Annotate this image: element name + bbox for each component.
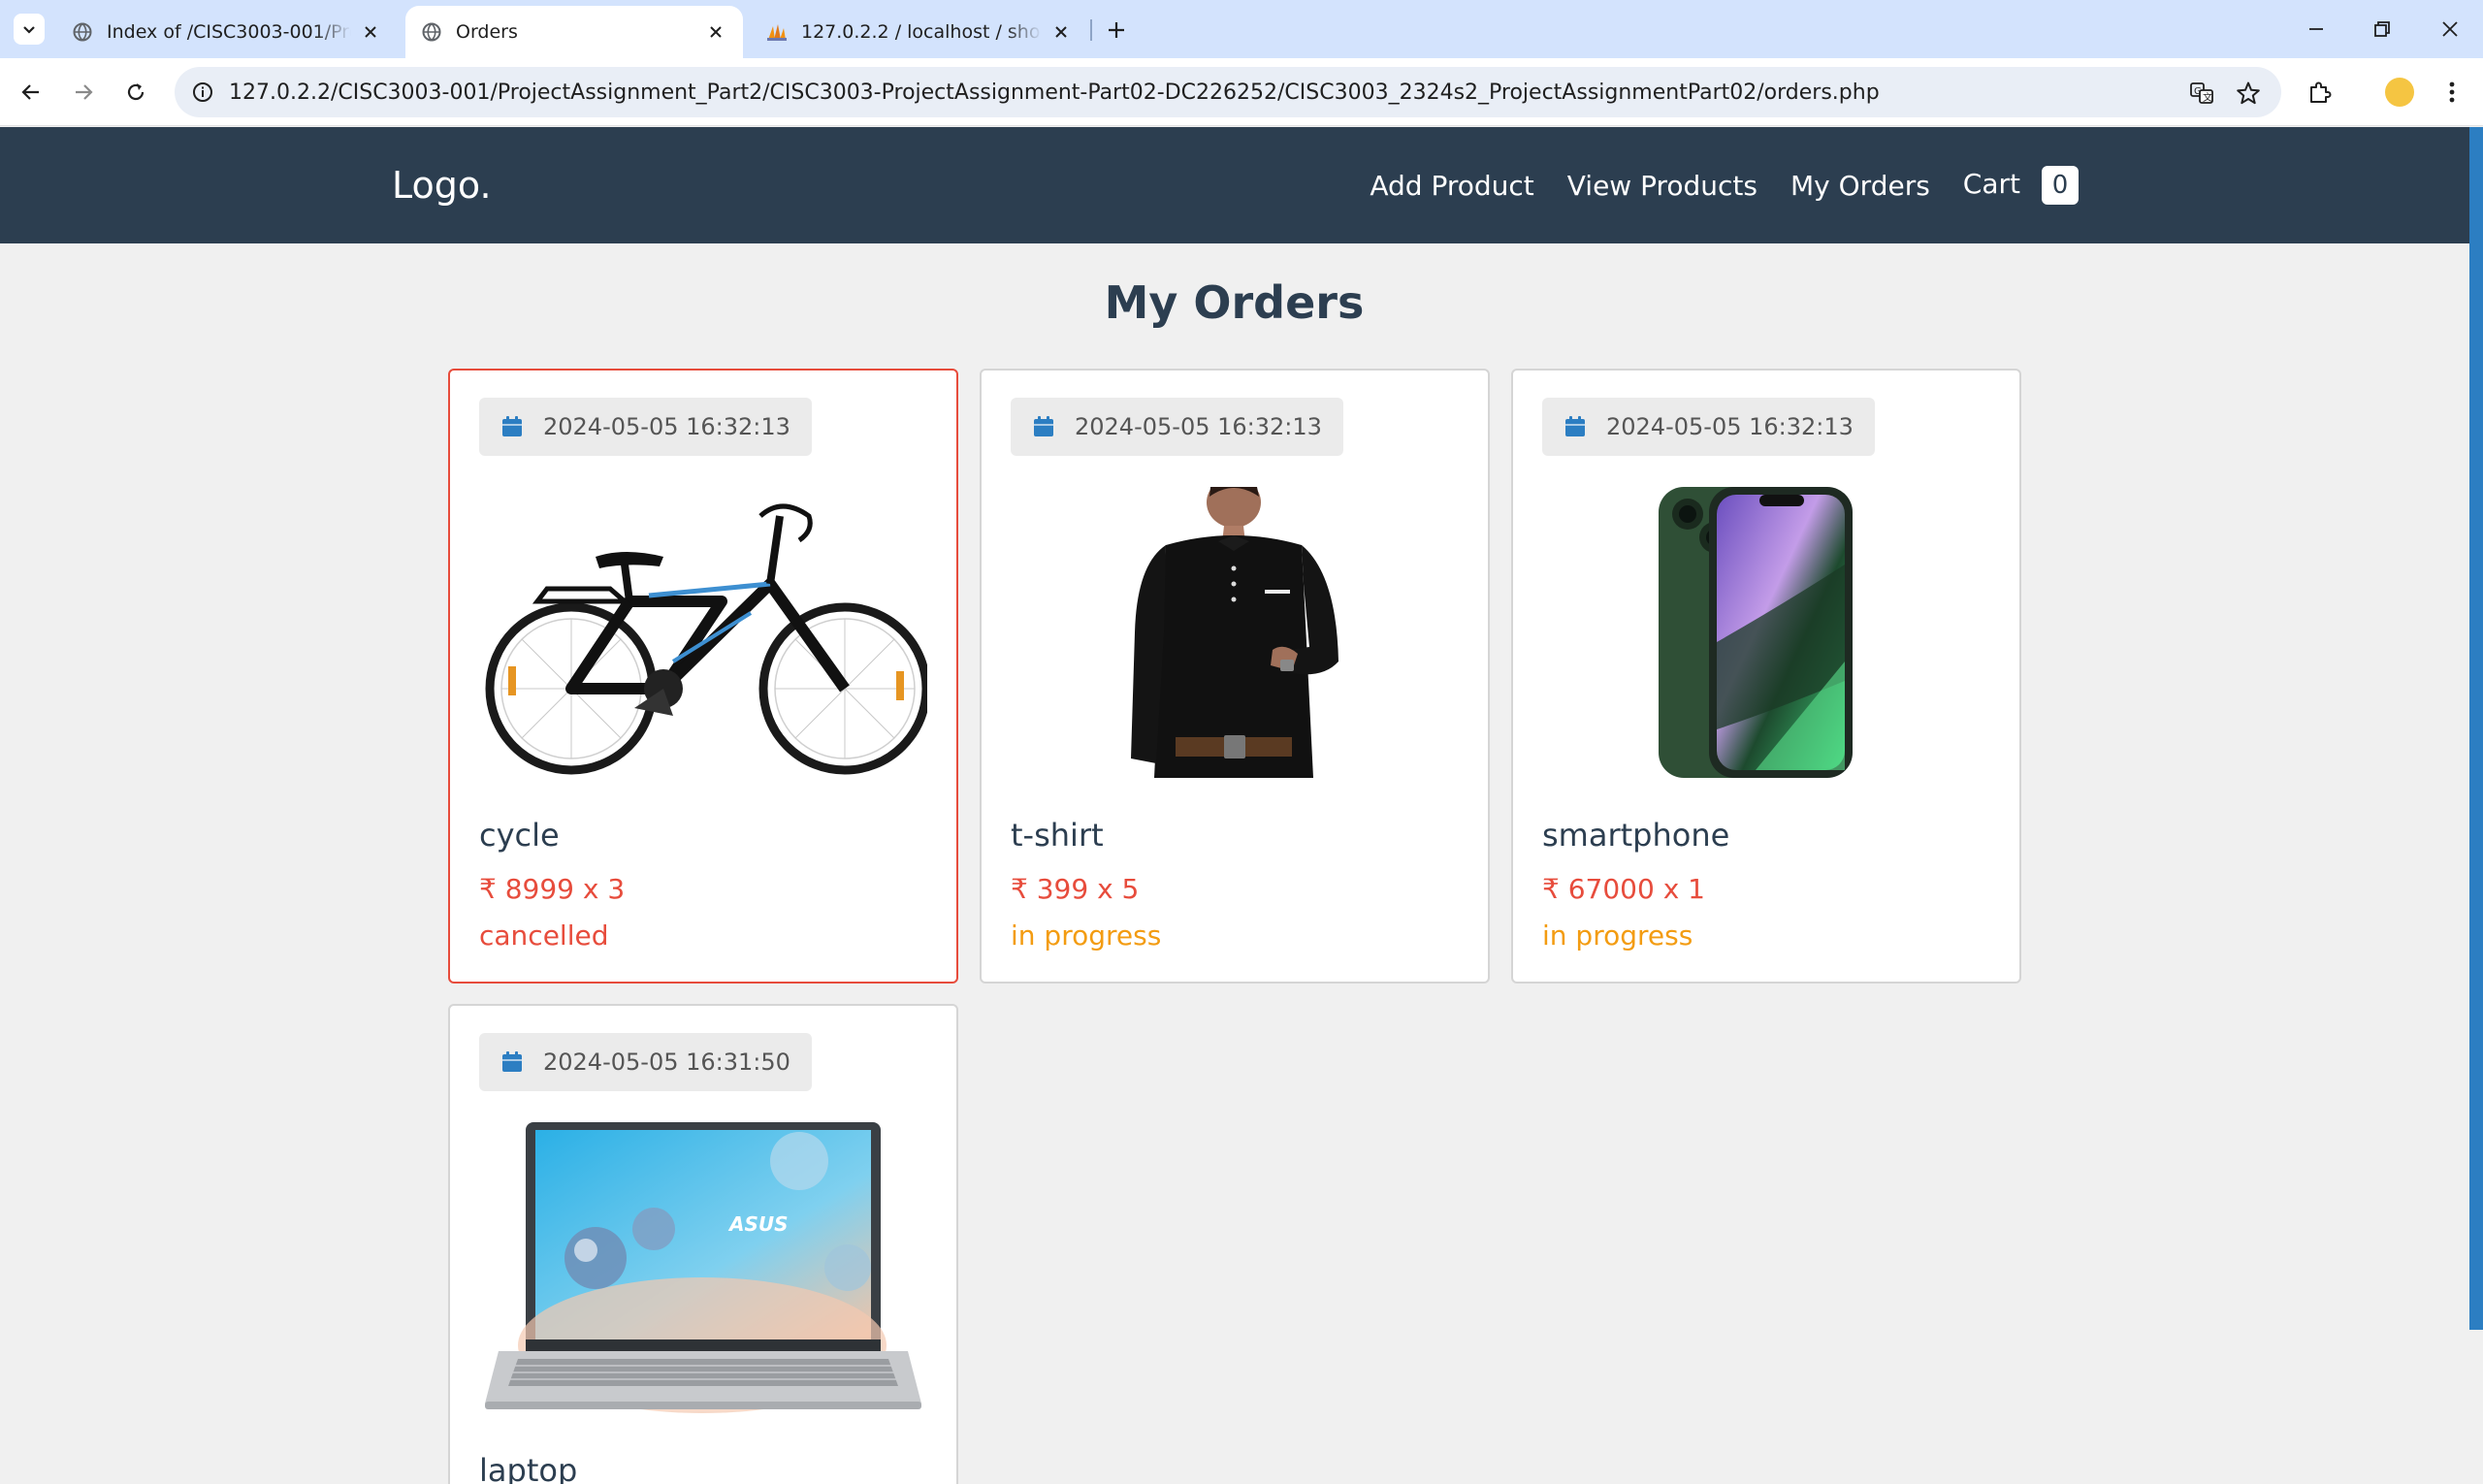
back-button[interactable]	[14, 75, 48, 110]
nav-add-product[interactable]: Add Product	[1370, 170, 1533, 202]
bookmark-star-icon[interactable]	[2231, 76, 2266, 111]
product-name: t-shirt	[1011, 817, 1104, 854]
black-shirt-image	[1011, 487, 1459, 778]
calendar-icon	[500, 1050, 524, 1074]
tab-phpmyadmin[interactable]: 127.0.2.2 / localhost / shop_db	[751, 6, 1088, 58]
price-quantity: 67000 x 1	[1567, 873, 1705, 905]
order-date: 2024-05-05 16:32:13	[479, 398, 812, 456]
tab-title: Orders	[456, 21, 518, 43]
arrow-left-icon	[21, 84, 39, 100]
product-price: ₹ 67000 x 1	[1542, 873, 1705, 905]
order-card: 2024-05-05 16:31:50 ASUS laptop	[448, 1004, 958, 1484]
cart-count-badge: 0	[2042, 166, 2079, 205]
cart-label: Cart	[1962, 168, 2020, 200]
nav-my-orders[interactable]: My Orders	[1790, 170, 1930, 202]
order-card: 2024-05-05 16:32:13 cycle ₹ 8999 x 3 can…	[448, 369, 958, 984]
reload-icon	[127, 83, 145, 101]
product-name: cycle	[479, 817, 560, 854]
order-date: 2024-05-05 16:32:13	[1011, 398, 1343, 456]
browser-tab-bar: Index of /CISC3003-001/Proje Orders 127.…	[0, 0, 2483, 58]
calendar-icon	[1564, 415, 1587, 438]
restore-button[interactable]	[2353, 8, 2411, 50]
product-name: laptop	[479, 1452, 578, 1484]
tab-index[interactable]: Index of /CISC3003-001/Proje	[56, 6, 398, 58]
product-name: smartphone	[1542, 817, 1730, 854]
order-date: 2024-05-05 16:31:50	[479, 1033, 812, 1091]
page-scrollbar[interactable]	[2469, 127, 2483, 1330]
close-window-button[interactable]	[2421, 8, 2479, 50]
translate-icon[interactable]: G文	[2184, 76, 2219, 111]
page-title: My Orders	[1104, 276, 1365, 329]
browser-menu-button[interactable]	[2435, 75, 2469, 110]
site-logo[interactable]: Logo.	[392, 164, 492, 207]
price-quantity: 8999 x 3	[504, 873, 626, 905]
address-bar[interactable]: 127.0.2.2/CISC3003-001/ProjectAssignment…	[175, 67, 2281, 117]
arrow-right-icon	[76, 84, 93, 100]
plus-icon	[1109, 22, 1124, 38]
new-tab-button[interactable]	[1100, 14, 1133, 47]
site-info-icon[interactable]	[188, 78, 217, 107]
tab-search-button[interactable]	[14, 14, 45, 45]
product-price: ₹ 8999 x 3	[479, 873, 625, 905]
order-card: 2024-05-05 16:32:13 smartphone ₹ 67000 x…	[1511, 369, 2021, 984]
forward-button[interactable]	[66, 75, 101, 110]
reload-button[interactable]	[118, 75, 153, 110]
order-date: 2024-05-05 16:32:13	[1542, 398, 1875, 456]
minimize-icon	[2309, 28, 2323, 30]
tab-title: Index of /CISC3003-001/Proje	[107, 21, 351, 43]
rupee-icon: ₹	[1011, 873, 1028, 905]
globe-icon	[72, 21, 93, 43]
profile-button[interactable]	[2382, 75, 2417, 110]
svg-text:文: 文	[2203, 91, 2212, 104]
browser-toolbar: 127.0.2.2/CISC3003-001/ProjectAssignment…	[0, 58, 2483, 126]
calendar-icon	[500, 415, 524, 438]
price-quantity: 399 x 5	[1036, 873, 1140, 905]
product-price: ₹ 399 x 5	[1011, 873, 1139, 905]
minimize-button[interactable]	[2287, 8, 2345, 50]
order-date-text: 2024-05-05 16:32:13	[1606, 413, 1854, 440]
nav-cart[interactable]: Cart 0	[1963, 166, 2079, 205]
phpmyadmin-icon	[766, 21, 788, 43]
order-status: cancelled	[479, 919, 609, 952]
url-text[interactable]: 127.0.2.2/CISC3003-001/ProjectAssignment…	[229, 81, 1880, 105]
puzzle-icon	[2310, 81, 2332, 103]
tab-divider	[1090, 19, 1092, 41]
close-icon[interactable]	[704, 20, 727, 44]
order-date-text: 2024-05-05 16:32:13	[1075, 413, 1322, 440]
order-date-text: 2024-05-05 16:31:50	[543, 1048, 790, 1076]
order-status: in progress	[1011, 919, 1162, 952]
nav-links: Add Product View Products My Orders Cart…	[1337, 166, 2079, 205]
chevron-down-icon	[23, 26, 35, 34]
more-vertical-icon	[2449, 81, 2455, 103]
page-viewport: Logo. Add Product View Products My Order…	[0, 127, 2483, 1484]
tab-orders[interactable]: Orders	[405, 6, 743, 58]
order-status: in progress	[1542, 919, 1693, 952]
avatar	[2385, 78, 2414, 107]
tab-title: 127.0.2.2 / localhost / shop_db	[801, 21, 1042, 43]
globe-icon	[421, 21, 442, 43]
extensions-button[interactable]	[2303, 75, 2338, 110]
order-card: 2024-05-05 16:32:13 t-shirt ₹ 399 x 5 in…	[980, 369, 1490, 984]
order-date-text: 2024-05-05 16:32:13	[543, 413, 790, 440]
close-icon	[2442, 21, 2458, 37]
green-phone-image	[1542, 487, 1990, 778]
site-navbar: Logo. Add Product View Products My Order…	[0, 127, 2483, 243]
rupee-icon: ₹	[479, 873, 497, 905]
restore-icon	[2374, 21, 2390, 37]
close-icon[interactable]	[359, 20, 382, 44]
rupee-icon: ₹	[1542, 873, 1560, 905]
svg-text:ASUS: ASUS	[727, 1212, 789, 1236]
calendar-icon	[1032, 415, 1055, 438]
close-icon[interactable]	[1049, 20, 1073, 44]
bicycle-image	[479, 487, 927, 778]
laptop-image: ASUS	[479, 1122, 927, 1413]
nav-view-products[interactable]: View Products	[1567, 170, 1757, 202]
